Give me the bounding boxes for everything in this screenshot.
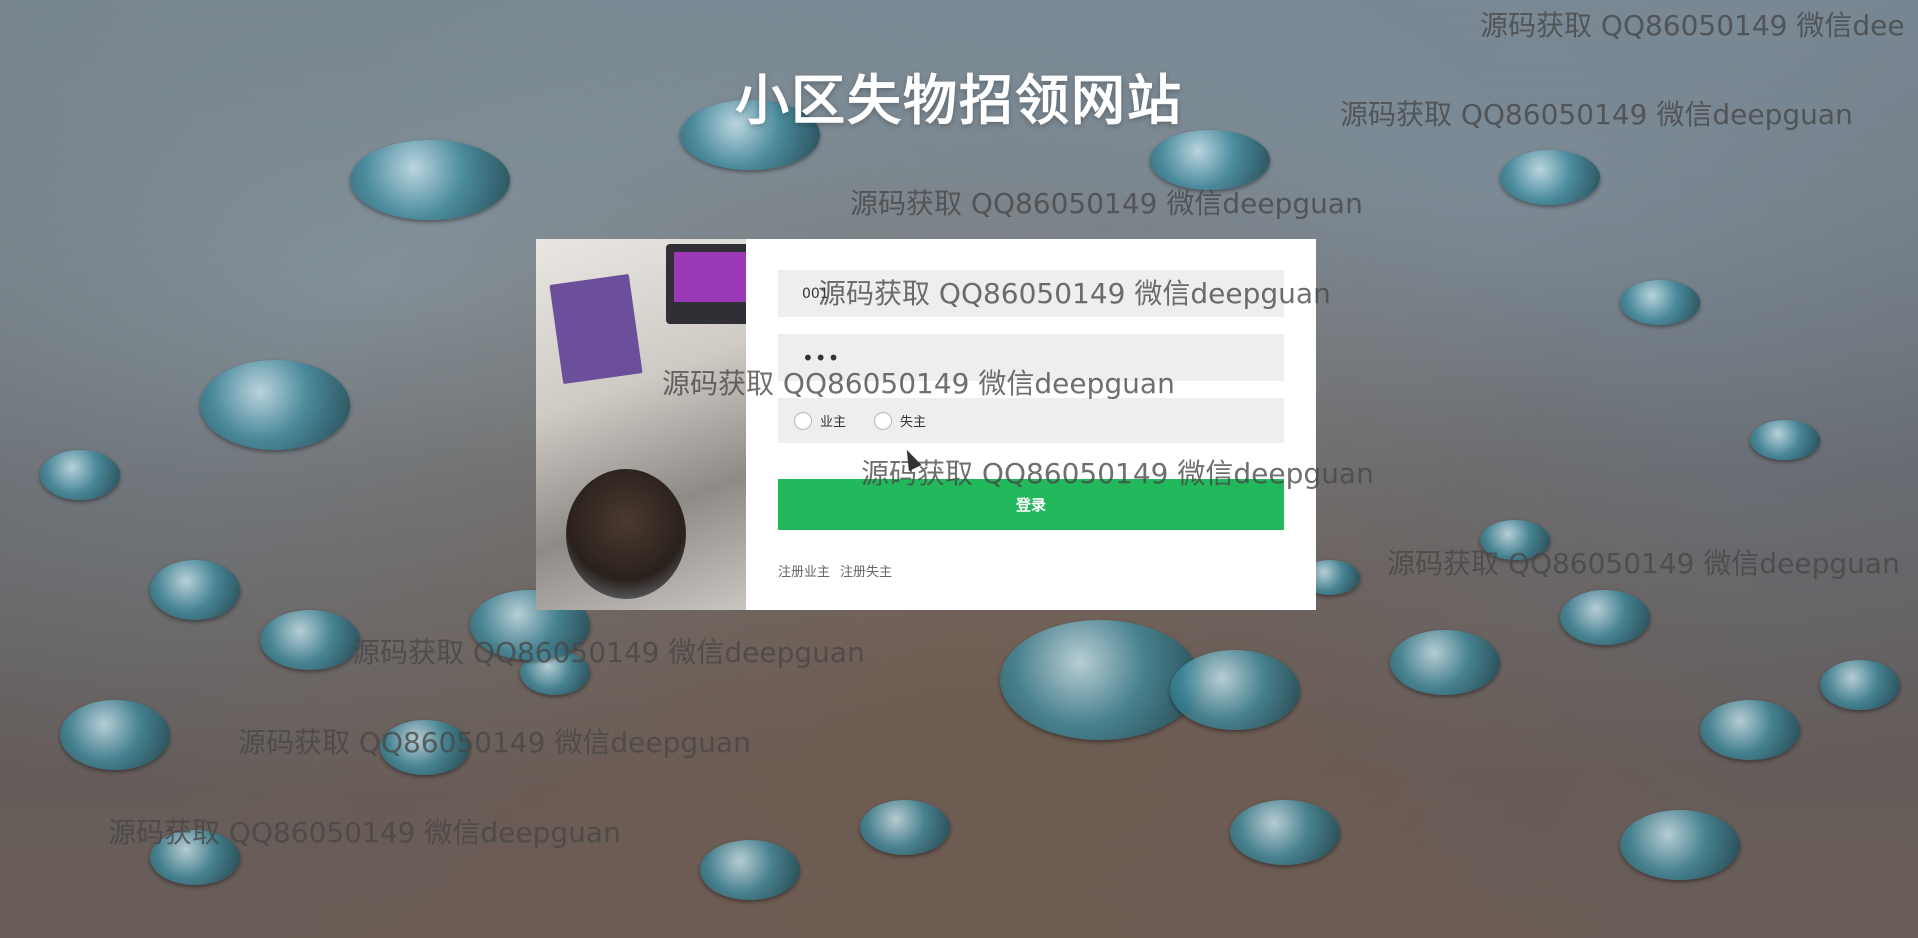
photo-notebook [549, 273, 643, 385]
register-links: 注册业主 注册失主 [778, 561, 1284, 580]
water-drop [1150, 130, 1270, 190]
water-drop [200, 360, 350, 450]
login-form: 001 ••• 业主 失主 登录 注册业主 注册失主 [746, 239, 1316, 610]
register-loser-link[interactable]: 注册失主 [840, 561, 892, 580]
water-drop [380, 720, 470, 775]
water-drop [60, 700, 170, 770]
role-radio-group: 业主 失主 [778, 398, 1284, 443]
username-value: 001 [802, 285, 829, 302]
water-drop [350, 140, 510, 220]
water-drop [40, 450, 120, 500]
water-drop [1620, 810, 1740, 880]
water-drop [150, 830, 240, 885]
page-title: 小区失物招领网站 [735, 69, 1183, 132]
photo-person [566, 469, 686, 599]
login-button[interactable]: 登录 [778, 479, 1284, 530]
water-drop [860, 800, 950, 855]
photo-laptop [666, 244, 746, 324]
water-drop [260, 610, 360, 670]
water-drop [1700, 700, 1800, 760]
water-drop [150, 560, 240, 620]
role-option-owner[interactable]: 业主 [794, 411, 846, 430]
water-drop [1820, 660, 1900, 710]
password-field[interactable]: ••• [778, 334, 1284, 381]
water-drop [700, 840, 800, 900]
role-owner-label: 业主 [820, 415, 847, 430]
role-loser-label: 失主 [900, 415, 927, 430]
login-card: 001 ••• 业主 失主 登录 注册业主 注册失主 [536, 239, 1316, 610]
water-drop [1620, 280, 1700, 325]
role-option-loser[interactable]: 失主 [874, 411, 926, 430]
water-drop [1560, 590, 1650, 645]
register-owner-link[interactable]: 注册业主 [778, 561, 830, 580]
water-drop [1480, 520, 1550, 560]
radio-circle-icon[interactable] [794, 411, 812, 430]
water-drop [1500, 150, 1600, 205]
water-drop [1750, 420, 1820, 460]
water-drop [1390, 630, 1500, 695]
radio-circle-icon[interactable] [874, 411, 893, 430]
water-drop [1230, 800, 1340, 865]
water-drop [1000, 620, 1200, 740]
water-drop [1170, 650, 1300, 730]
username-field[interactable]: 001 [778, 270, 1284, 317]
password-value: ••• [802, 345, 841, 370]
login-photo [536, 239, 746, 610]
